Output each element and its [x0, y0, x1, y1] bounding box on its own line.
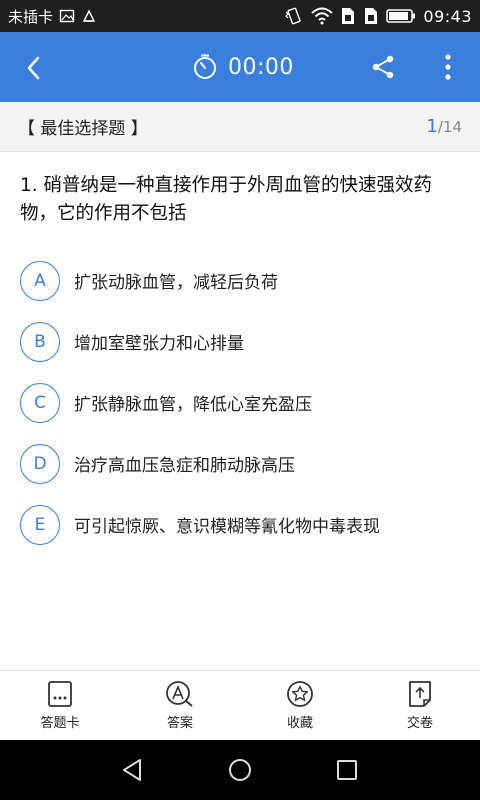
option-d[interactable]: D 治疗高血压急症和肺动脉高压 [20, 433, 465, 494]
vibrate-icon [284, 7, 304, 25]
question-progress: 1/14 [426, 116, 462, 137]
timer-text: 00:00 [228, 54, 294, 80]
star-icon [287, 681, 313, 707]
answer-card-icon [48, 681, 72, 707]
option-letter: A [20, 260, 60, 301]
system-nav-bar [0, 740, 480, 800]
battery-icon [386, 8, 416, 24]
status-bar: 未插卡 09:43 [0, 0, 480, 32]
submit-button[interactable]: 交卷 [360, 671, 480, 740]
option-text: 增加室壁张力和心排量 [74, 334, 244, 354]
question-type-title: 【 最佳选择题 】 [18, 119, 148, 139]
submit-label: 交卷 [406, 716, 433, 731]
timer: 00:00 [192, 50, 294, 84]
app-bar: 00:00 [0, 32, 480, 102]
favorite-label: 收藏 [286, 716, 313, 731]
nav-home-button[interactable] [220, 750, 260, 790]
option-letter: D [20, 443, 60, 484]
share-icon [372, 55, 394, 79]
carrier-text: 未插卡 [8, 7, 54, 26]
options-list: A 扩张动脉血管，减轻后负荷 B 增加室壁张力和心排量 C 扩张静脉血管，降低心… [20, 250, 465, 555]
favorite-button[interactable]: 收藏 [240, 671, 360, 740]
sim2-icon [363, 7, 379, 25]
submit-icon [409, 681, 431, 707]
option-text: 可引起惊厥、意识模糊等氰化物中毒表现 [74, 517, 380, 537]
bottom-toolbar: 答题卡 答案 收藏 交卷 [0, 670, 480, 740]
stopwatch-icon [194, 54, 216, 79]
nav-back-button[interactable] [113, 750, 153, 790]
answer-icon [166, 681, 193, 707]
question-text: 1. 硝普纳是一种直接作用于外周血管的快速强效药物，它的作用不包括 [20, 175, 433, 224]
back-icon [27, 56, 40, 80]
option-b[interactable]: B 增加室壁张力和心排量 [20, 311, 465, 372]
option-letter: C [20, 382, 60, 423]
share-button[interactable] [368, 52, 398, 82]
answer-card-label: 答题卡 [40, 716, 80, 731]
back-button[interactable] [18, 52, 50, 84]
option-letter: B [20, 321, 60, 362]
clock: 09:43 [423, 6, 472, 26]
option-c[interactable]: C 扩张静脉血管，降低心室充盈压 [20, 372, 465, 433]
answer-card-button[interactable]: 答题卡 [0, 671, 120, 740]
current-question-number: 1 [426, 116, 438, 137]
recents-square-icon [336, 760, 357, 780]
home-circle-icon [228, 759, 251, 781]
back-triangle-icon [123, 759, 142, 781]
image-icon [59, 8, 75, 24]
nav-recents-button[interactable] [327, 750, 367, 790]
wifi-icon [311, 7, 334, 25]
usb-icon [81, 8, 97, 24]
option-text: 治疗高血压急症和肺动脉高压 [74, 456, 295, 476]
option-text: 扩张动脉血管，减轻后负荷 [74, 273, 278, 293]
answer-label: 答案 [166, 716, 193, 731]
more-button[interactable] [436, 50, 460, 84]
answer-button[interactable]: 答案 [120, 671, 240, 740]
section-header: 【 最佳选择题 】 1/14 [0, 102, 480, 152]
option-letter: E [20, 504, 60, 545]
option-a[interactable]: A 扩张动脉血管，减轻后负荷 [20, 250, 465, 311]
option-e[interactable]: E 可引起惊厥、意识模糊等氰化物中毒表现 [20, 494, 465, 555]
option-text: 扩张静脉血管，降低心室充盈压 [74, 395, 312, 415]
total-questions: /14 [437, 118, 462, 136]
sim-icon [340, 7, 356, 25]
more-vert-icon [445, 54, 451, 80]
